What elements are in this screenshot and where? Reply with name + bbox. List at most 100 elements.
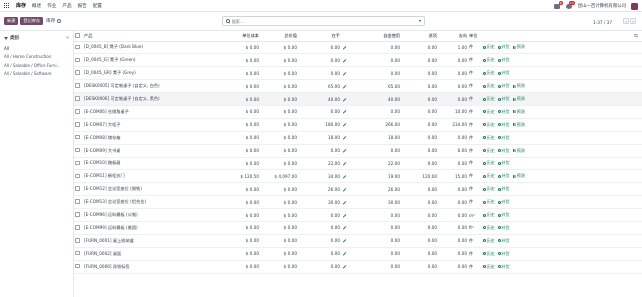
table-row[interactable]: [D_0045_B] 凳子 (Dark Blue) $ 0.00 $ 0.00 0.0… bbox=[74, 41, 642, 55]
cell-edit[interactable] bbox=[341, 92, 353, 106]
row-checkbox-cell[interactable] bbox=[74, 41, 83, 55]
replenish-button[interactable]: 补货 bbox=[497, 238, 510, 244]
col-product[interactable]: 产品 bbox=[83, 31, 220, 42]
col-on-hand[interactable]: 在手 bbox=[298, 31, 341, 42]
col-unit-cost[interactable]: 单位成本 bbox=[220, 31, 260, 42]
row-checkbox[interactable] bbox=[75, 96, 80, 101]
row-checkbox[interactable] bbox=[75, 250, 80, 256]
table-row[interactable]: [DESK0005] 可定制桌子 (自定义, 白色) $ 0.00 $ 0.00 65… bbox=[74, 79, 642, 94]
pager-next-button[interactable]: › bbox=[630, 18, 636, 24]
table-row[interactable]: [E-COM09] 大书桌 $ 0.00 $ 0.00 0.00 0.00 0.00 6.0… bbox=[74, 144, 642, 158]
cell-product[interactable]: [E-COM99] 运料桶板 (美国) bbox=[83, 221, 220, 235]
replenish-button[interactable]: 补货 bbox=[497, 225, 510, 231]
forecast-button[interactable]: 预测 bbox=[512, 122, 525, 128]
row-checkbox[interactable] bbox=[75, 160, 80, 166]
table-row[interactable]: [FURN_0001] 桌上收纳盒 $ 0.00 $ 0.00 0.00 0.00 0.0… bbox=[74, 234, 642, 248]
cell-edit[interactable] bbox=[341, 131, 353, 145]
cell-product[interactable]: [D_0045_B] 凳子 (Dark Blue) bbox=[83, 41, 220, 55]
history-button[interactable]: 历史 bbox=[483, 122, 495, 128]
replenish-button[interactable]: 补货 bbox=[497, 264, 510, 270]
pencil-icon[interactable] bbox=[342, 162, 347, 166]
replenish-button[interactable]: 补货 bbox=[497, 57, 510, 63]
replenish-button[interactable]: 补货 bbox=[497, 173, 510, 179]
row-checkbox-cell[interactable] bbox=[74, 92, 83, 106]
apps-grid-icon[interactable] bbox=[4, 2, 10, 9]
replenish-button[interactable]: 补货 bbox=[497, 70, 510, 76]
chevron-down-icon[interactable] bbox=[419, 20, 421, 22]
replenish-button[interactable]: 补货 bbox=[497, 212, 510, 218]
cell-product[interactable]: [E-COM11] 橱柜衣门 bbox=[83, 169, 220, 184]
pager-value[interactable]: 1-37 / 37 bbox=[593, 20, 612, 25]
forecast-button[interactable]: 预测 bbox=[512, 173, 525, 179]
menu-reporting[interactable]: 报告 bbox=[78, 3, 87, 9]
row-checkbox[interactable] bbox=[75, 57, 80, 63]
row-checkbox-cell[interactable] bbox=[74, 182, 83, 197]
row-checkbox-cell[interactable] bbox=[74, 247, 83, 261]
row-checkbox[interactable] bbox=[75, 83, 80, 88]
table-row[interactable]: [DESK0006] 可定制桌子 (自定义, 黑色) $ 0.00 $ 0.00 40… bbox=[74, 92, 642, 106]
menu-configuration[interactable]: 配置 bbox=[93, 3, 102, 9]
cell-product[interactable]: [E-COM08] 储存箱 bbox=[83, 131, 220, 145]
row-checkbox-cell[interactable] bbox=[74, 105, 83, 119]
row-checkbox-cell[interactable] bbox=[74, 118, 83, 132]
pencil-icon[interactable] bbox=[342, 123, 347, 128]
table-row[interactable]: [D_0045_G] 凳子 (Green) $ 0.00 $ 0.00 0.00 0.0… bbox=[74, 53, 642, 68]
pencil-icon[interactable] bbox=[342, 97, 347, 102]
column-settings-icon[interactable]: ⇆ bbox=[634, 34, 638, 39]
row-checkbox[interactable] bbox=[75, 44, 80, 50]
row-checkbox-cell[interactable] bbox=[74, 79, 83, 94]
col-uom[interactable]: 单位 bbox=[468, 31, 482, 42]
cell-edit[interactable] bbox=[341, 41, 353, 55]
pencil-icon[interactable] bbox=[342, 149, 347, 153]
history-button[interactable]: 历史 bbox=[483, 225, 495, 231]
forecast-button[interactable]: 预测 bbox=[512, 109, 525, 115]
history-button[interactable]: 历史 bbox=[483, 186, 495, 192]
row-checkbox[interactable] bbox=[75, 263, 80, 269]
row-checkbox[interactable] bbox=[75, 122, 80, 127]
table-row[interactable]: [E-COM99] 运料桶板 (美国) $ 0.00 $ 0.00 0.00 0.00 0… bbox=[74, 221, 642, 235]
cell-edit[interactable] bbox=[341, 79, 353, 94]
collapse-icon[interactable]: « bbox=[66, 35, 69, 41]
history-button[interactable]: 历史 bbox=[483, 199, 495, 205]
replenish-button[interactable]: 补货 bbox=[497, 83, 510, 89]
table-row[interactable]: [FURN_0002] 桌面 $ 0.00 $ 0.00 0.00 0.00 0.00 0.… bbox=[74, 247, 642, 261]
activity-button[interactable]: 13 bbox=[565, 1, 575, 9]
pencil-icon[interactable] bbox=[342, 187, 347, 192]
user-avatar[interactable] bbox=[631, 2, 638, 10]
pencil-icon[interactable] bbox=[342, 265, 347, 269]
pager-prev-button[interactable]: ‹ bbox=[623, 18, 629, 24]
row-checkbox-cell[interactable] bbox=[74, 208, 83, 222]
cell-edit[interactable] bbox=[341, 208, 353, 222]
cell-edit[interactable] bbox=[341, 105, 353, 119]
col-outgoing[interactable]: 去向 bbox=[438, 31, 468, 42]
table-row[interactable]: [E-COM12] 会议室座位 (钢铁) $ 0.00 $ 0.00 26.00 26.… bbox=[74, 182, 642, 197]
row-checkbox-cell[interactable] bbox=[74, 144, 83, 158]
col-incoming[interactable]: 进项 bbox=[401, 31, 438, 42]
cell-product[interactable]: [E-COM09] 大书桌 bbox=[83, 144, 220, 158]
pencil-icon[interactable] bbox=[342, 71, 347, 76]
row-checkbox-cell[interactable] bbox=[74, 131, 83, 145]
pencil-icon[interactable] bbox=[342, 213, 347, 218]
cell-edit[interactable] bbox=[341, 157, 353, 171]
history-button[interactable]: 历史 bbox=[483, 70, 495, 76]
pencil-icon[interactable] bbox=[342, 200, 347, 205]
forecast-button[interactable]: 预测 bbox=[512, 148, 525, 154]
replenish-button[interactable]: 补货 bbox=[497, 96, 510, 102]
row-checkbox-cell[interactable] bbox=[74, 221, 83, 235]
cell-edit[interactable] bbox=[341, 182, 353, 197]
cell-product[interactable]: [FURN_0006] 尿袋标签 bbox=[83, 260, 220, 274]
pencil-icon[interactable] bbox=[342, 136, 347, 141]
cell-product[interactable]: [E-COM13] 会议室座位 (铝合金) bbox=[83, 195, 220, 210]
row-checkbox[interactable] bbox=[75, 212, 80, 217]
cell-edit[interactable] bbox=[341, 66, 353, 81]
row-checkbox-cell[interactable] bbox=[74, 53, 83, 68]
menu-overview[interactable]: 概述 bbox=[32, 3, 41, 9]
replenish-button[interactable]: 补货 bbox=[497, 109, 510, 115]
table-row[interactable]: [D_0045_GR] 凳子 (Grey) $ 0.00 $ 0.00 0.00 0.0… bbox=[74, 66, 642, 81]
row-checkbox[interactable] bbox=[75, 186, 80, 191]
menu-operations[interactable]: 作业 bbox=[47, 3, 56, 9]
sidebar-item-all[interactable]: All bbox=[4, 44, 69, 53]
cell-edit[interactable] bbox=[341, 169, 353, 184]
history-button[interactable]: 历史 bbox=[483, 148, 495, 154]
pencil-icon[interactable] bbox=[342, 110, 347, 115]
